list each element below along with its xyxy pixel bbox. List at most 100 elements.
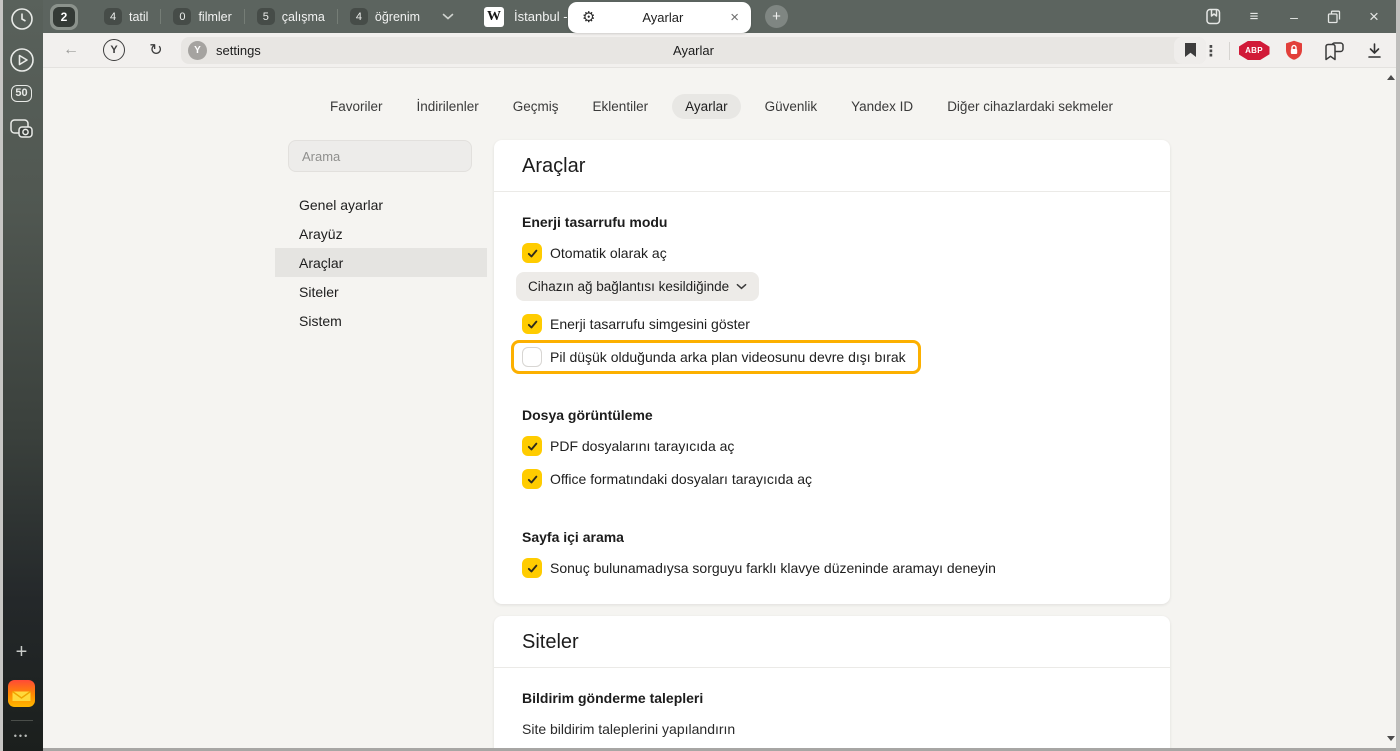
sites-card-header: Siteler [494,616,1170,668]
sites-card: Siteler Bildirim gönderme talepleri Site… [494,616,1170,751]
nav-diger-cihazlar[interactable]: Diğer cihazlardaki sekmeler [937,94,1123,119]
tab-count-label: 50 [11,85,31,102]
tools-card: Araçlar Enerji tasarrufu modu Otomatik o… [494,140,1170,604]
settings-page: Favoriler İndirilenler Geçmiş Eklentiler… [43,69,1400,751]
section-heading: Dosya görüntüleme [522,407,1142,423]
video-play-icon[interactable] [0,45,43,75]
chevron-down-icon [736,283,747,290]
rail-more-button[interactable]: ••• [0,727,43,745]
nav-eklentiler[interactable]: Eklentiler [583,94,659,119]
tab-group-filmler[interactable]: 0 filmler [161,8,243,25]
checkbox-checked-icon[interactable] [522,558,542,578]
nav-favoriler[interactable]: Favoriler [320,94,393,119]
abp-label: ABP [1239,41,1270,60]
card-title: Siteler [522,631,1142,654]
window-controls: ≡ – × [1194,0,1394,33]
checkbox-row-auto-on[interactable]: Otomatik olarak aç [522,243,667,263]
page-title: Ayarlar [181,43,1206,58]
checkbox-checked-icon[interactable] [522,436,542,456]
address-toolbar: ← Y ↻ Y settings Ayarlar ⋮ ABP [43,33,1400,68]
url-bar[interactable]: Y settings Ayarlar [181,37,1206,64]
window-edge-right [1396,0,1400,751]
bookmarks-panel-icon[interactable] [1194,0,1234,33]
tab-group-active[interactable]: 2 [50,4,78,30]
overflow-menu-icon[interactable]: ⋮ [1197,42,1225,60]
back-arrow-icon[interactable]: ← [57,41,85,59]
yandex-mail-icon[interactable] [0,678,43,708]
nav-yandex-id[interactable]: Yandex ID [841,94,923,119]
settings-search-input[interactable] [288,140,472,172]
toolbar-extensions: ⋮ ABP [1197,33,1394,68]
rail-add-button[interactable]: + [0,638,43,666]
section-heading: Bildirim gönderme talepleri [522,690,1142,706]
window-close-icon[interactable]: × [1354,0,1394,33]
checkbox-label: Office formatındaki dosyaları tarayıcıda… [550,471,812,487]
tab-group-tatil[interactable]: 4 tatil [92,8,160,25]
tab-ayarlar-active[interactable]: ⚙ Ayarlar × [568,2,751,33]
group-count-badge: 5 [257,8,275,25]
collections-flag-icon[interactable] [1314,33,1354,68]
checkbox-checked-icon[interactable] [522,243,542,263]
checkbox-row-battery-video[interactable]: Pil düşük olduğunda arka plan videosunu … [522,347,906,367]
checkbox-row-show-icon[interactable]: Enerji tasarrufu simgesini göster [522,314,750,334]
section-subtitle: Site bildirim taleplerini yapılandırın [522,721,1142,737]
dropdown-value: Cihazın ağ bağlantısı kesildiğinde [528,279,729,294]
checkbox-label: Otomatik olarak aç [550,245,667,261]
sidebar-item-siteler[interactable]: Siteler [275,277,487,306]
checkbox-row-pdf[interactable]: PDF dosyalarını tarayıcıda aç [522,436,734,456]
screenshot-camera-icon[interactable] [0,114,43,142]
section-heading: Enerji tasarrufu modu [522,214,1142,230]
section-heading: Sayfa içi arama [522,529,1142,545]
tab-group-calisma[interactable]: 5 çalışma [245,8,337,25]
sidebar-item-sistem[interactable]: Sistem [275,306,487,335]
group-count-badge: 0 [173,8,191,25]
refresh-icon[interactable]: ↻ [143,40,169,60]
download-icon[interactable] [1354,33,1394,68]
window-minimize-icon[interactable]: – [1274,0,1314,33]
tab-close-icon[interactable]: × [730,10,739,25]
card-title: Araçlar [522,155,1142,178]
sidebar-item-arayuz[interactable]: Arayüz [275,219,487,248]
sidebar-item-araclar-selected[interactable]: Araçlar [275,248,487,277]
window-restore-icon[interactable] [1314,0,1354,33]
adblock-plus-icon[interactable]: ABP [1234,33,1274,68]
nav-gecmis[interactable]: Geçmiş [503,94,569,119]
nav-indirilenler[interactable]: İndirilenler [407,94,489,119]
checkbox-checked-icon[interactable] [522,469,542,489]
protect-shield-lock-icon[interactable] [1274,33,1314,68]
scrollbar-down-arrow[interactable] [1387,736,1395,741]
group-label: tatil [129,10,148,24]
tab-groups: 4 tatil 0 filmler 5 çalışma 4 öğrenim [92,8,432,25]
group-label: öğrenim [375,10,420,24]
tools-card-header: Araçlar [494,140,1170,192]
settings-sidebar-list: Genel ayarlar Arayüz Araçlar Siteler Sis… [275,190,487,335]
energy-trigger-dropdown[interactable]: Cihazın ağ bağlantısı kesildiğinde [516,272,759,301]
highlighted-setting-box: Pil düşük olduğunda arka plan videosunu … [511,340,921,374]
nav-ayarlar-selected[interactable]: Ayarlar [672,94,741,119]
settings-sidebar: Genel ayarlar Arayüz Araçlar Siteler Sis… [275,140,487,335]
checkbox-checked-icon[interactable] [522,314,542,334]
checkbox-unchecked-icon[interactable] [522,347,542,367]
group-count-badge: 4 [350,8,368,25]
gear-icon: ⚙ [582,10,595,25]
new-tab-button[interactable]: + [765,5,788,28]
sidebar-item-genel-ayarlar[interactable]: Genel ayarlar [275,190,487,219]
menu-hamburger-icon[interactable]: ≡ [1234,0,1274,33]
nav-guvenlik[interactable]: Güvenlik [755,94,828,119]
checkbox-row-keyboard-layout[interactable]: Sonuç bulunamadıysa sorguyu farklı klavy… [522,558,996,578]
tab-bar: 2 4 tatil 0 filmler 5 çalışma 4 öğrenim … [43,0,1400,33]
scrollbar-up-arrow[interactable] [1387,75,1395,80]
tab-groups-chevron-down-icon[interactable] [442,13,454,20]
checkbox-label: Sonuç bulunamadıysa sorguyu farklı klavy… [550,560,996,576]
checkbox-label: Enerji tasarrufu simgesini göster [550,316,750,332]
group-label: çalışma [282,10,325,24]
sites-card-body: Bildirim gönderme talepleri Site bildiri… [494,668,1170,751]
browser-side-rail: 50 + ••• [0,0,43,751]
checkbox-label: PDF dosyalarını tarayıcıda aç [550,438,734,454]
history-clock-icon[interactable] [0,5,43,33]
tab-group-ogrenim[interactable]: 4 öğrenim [338,8,432,25]
all-tabs-count-badge[interactable]: 50 [0,75,43,102]
yandex-home-icon[interactable]: Y [103,39,125,61]
checkbox-row-office[interactable]: Office formatındaki dosyaları tarayıcıda… [522,469,812,489]
window-edge-left [0,0,3,751]
